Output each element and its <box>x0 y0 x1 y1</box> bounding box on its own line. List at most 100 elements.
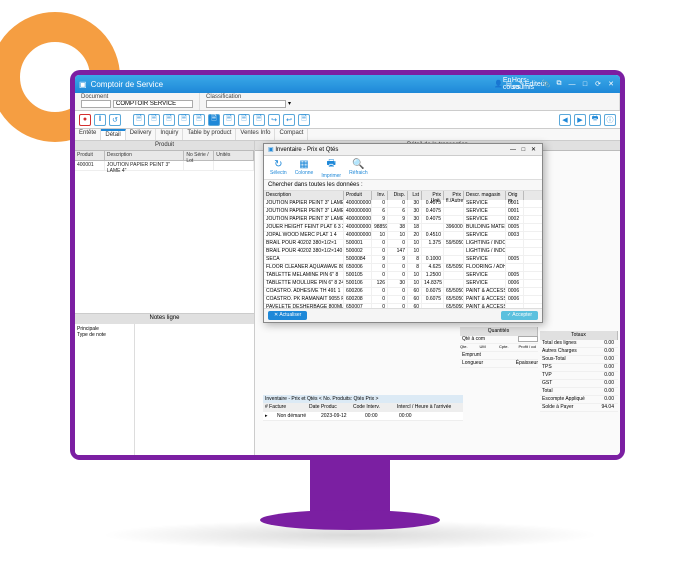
modal-grid: Description Produit Inv. Disp. Lst Prix … <box>264 191 542 308</box>
modal-row[interactable]: COASTRO. ADHESIVE TH 491 160020600600.60… <box>264 288 542 296</box>
attach-icon[interactable]: 📎 <box>541 79 551 89</box>
modal-row[interactable]: JOUTION PAPIER PEINT 3" LAME 4"400000000… <box>264 208 542 216</box>
mcol-orig[interactable]: Orig m <box>506 191 524 200</box>
product-grid-header: Produit Description No Série / Lot Unité… <box>75 151 254 161</box>
tab-compact[interactable]: Compact <box>275 129 308 140</box>
modal-row[interactable]: FLOOR CLEANER AQUAWAVE 800ML6500060084.6… <box>264 264 542 272</box>
print-btn[interactable]: 🖶 <box>589 114 601 126</box>
modal-accepter-btn[interactable]: ✓ Accepter <box>501 311 538 320</box>
modal-title-text: Inventaire - Prix et Qtés <box>275 147 338 153</box>
modal-actualiser-btn[interactable]: ✕ Actualiser <box>268 311 307 320</box>
delivery-row[interactable]: ▸ Non démarré 2023-09-12 00:00 00:00 <box>263 412 463 421</box>
doc6-btn[interactable]: 🗎 <box>223 114 235 126</box>
totals-row: Total des lignes0.00 <box>540 340 618 348</box>
minimize-icon[interactable]: — <box>567 79 577 89</box>
tab-detail[interactable]: Détail <box>101 129 125 140</box>
tab-ventes-info[interactable]: Ventes Info <box>236 129 275 140</box>
modal-column-btn[interactable]: ▦Colonne <box>295 159 314 176</box>
doc5-btn[interactable]: 🗎 <box>193 114 205 126</box>
tab-table-product[interactable]: Table by product <box>183 129 236 140</box>
maximize-icon[interactable]: □ <box>580 79 590 89</box>
modal-row[interactable]: JOUTION PAPIER PEINT 3" LAME 4"400000000… <box>264 200 542 208</box>
col-serie[interactable]: No Série / Lot <box>184 151 214 160</box>
tab-inquiry[interactable]: Inquiry <box>156 129 183 140</box>
col-unites[interactable]: Unités <box>214 151 254 160</box>
doc9-btn[interactable]: 🗎 <box>298 114 310 126</box>
modal-row[interactable]: JOUTION PAPIER PEINT 3" LAME 4"400000000… <box>264 216 542 224</box>
editeur-link[interactable]: ✎ Editeur <box>528 79 538 89</box>
tab-entete[interactable]: Entête <box>75 129 101 140</box>
left-panel: Produit Produit Description No Série / L… <box>75 141 255 455</box>
forward-btn[interactable]: ▶ <box>574 114 586 126</box>
modal-close-icon[interactable]: ✕ <box>529 147 538 153</box>
modal-row[interactable]: JOPAL WOOD MERC PLAT 1 44000000000041010… <box>264 232 542 240</box>
record-btn[interactable]: ● <box>79 114 91 126</box>
totals-row: Total0.00 <box>540 388 618 396</box>
pause-btn[interactable]: ‖ <box>94 114 106 126</box>
subbar: Document Classification ▾ <box>75 93 620 111</box>
doc2-btn[interactable]: 🗎 <box>148 114 160 126</box>
col-produit[interactable]: Produit <box>75 151 105 160</box>
modal-select-btn[interactable]: ↻Sélectn <box>270 159 287 176</box>
mcol-pu[interactable]: Prix Unit. <box>422 191 444 200</box>
doc8-btn[interactable]: 🗎 <box>253 114 265 126</box>
close-icon[interactable]: ✕ <box>606 79 616 89</box>
dropdown-icon[interactable]: ▾ <box>288 100 291 108</box>
doc1-btn[interactable]: 🗎 <box>133 114 145 126</box>
doc3-btn[interactable]: 🗎 <box>163 114 175 126</box>
refresh-icon[interactable]: ⟳ <box>593 79 603 89</box>
mcol-pf[interactable]: Prix fl./Autre <box>444 191 464 200</box>
mcol-disp[interactable]: Disp. <box>388 191 408 200</box>
doc4-btn[interactable]: 🗎 <box>178 114 190 126</box>
qte-com-input[interactable] <box>518 336 538 342</box>
mcol-lst[interactable]: Lst <box>408 191 422 200</box>
modal-icon: ▣ <box>268 147 274 153</box>
totals-row: TPS0.00 <box>540 364 618 372</box>
import-btn[interactable]: ↩ <box>283 114 295 126</box>
modal-row[interactable]: JOUER HEIGHT FEINT PLAT 6 3 340000000000… <box>264 224 542 232</box>
product-section-title: Produit <box>75 141 254 151</box>
totals-panel: Totaux Total des lignes0.00Autres Charge… <box>540 331 618 412</box>
delivery-title: Inventaire - Prix et Qtés < No. Produits… <box>263 395 463 403</box>
totals-row: Escompte Appliqué0.00 <box>540 396 618 404</box>
mcol-desc[interactable]: Description <box>264 191 344 200</box>
info-btn[interactable]: ⓘ <box>604 114 616 126</box>
doc-active-btn[interactable]: 🗎 <box>208 114 220 126</box>
modal-row[interactable]: TABLETTE MOULURE PIN 6" 8 24"50010612630… <box>264 280 542 288</box>
screen: ▣ Comptoir de Service 👤 En cours ⊟ Hors-… <box>75 75 620 455</box>
tabs-row: Entête Détail Delivery Inquiry Table by … <box>75 129 620 141</box>
col-description[interactable]: Description <box>105 151 185 160</box>
doc7-btn[interactable]: 🗎 <box>238 114 250 126</box>
mcol-inv[interactable]: Inv. <box>372 191 388 200</box>
notes-textarea[interactable] <box>135 324 254 456</box>
product-row[interactable]: 400001 JOUTION PAPIER PEINT 3" LAME 4" <box>75 161 254 171</box>
delivery-section: Inventaire - Prix et Qtés < No. Produits… <box>263 395 463 421</box>
export-btn[interactable]: ↪ <box>268 114 280 126</box>
document-type-input[interactable] <box>113 100 193 108</box>
modal-print-btn[interactable]: 🖶Imprimer <box>321 156 341 179</box>
modal-maximize-icon[interactable]: □ <box>520 147 528 153</box>
modal-row[interactable]: BRAIL POUR 40202 380×1/2×150000100101.37… <box>264 240 542 248</box>
document-no-input[interactable] <box>81 100 111 108</box>
modal-row[interactable]: SECA50000849980.1000SERVICE0005 <box>264 256 542 264</box>
monitor-stand <box>310 455 390 515</box>
modal-minimize-icon[interactable]: — <box>508 147 518 153</box>
totals-row: Sous-Total0.00 <box>540 356 618 364</box>
copy-icon[interactable]: ⧉ <box>554 79 564 89</box>
notes-title: Notes ligne <box>75 314 254 324</box>
mcol-mag[interactable]: Descr. magasin <box>464 191 506 200</box>
monitor-frame: ▣ Comptoir de Service 👤 En cours ⊟ Hors-… <box>70 70 625 460</box>
tab-delivery[interactable]: Delivery <box>126 129 157 140</box>
mcol-prod[interactable]: Produit <box>344 191 372 200</box>
modal-row[interactable]: BRAIL POUR 40202 380×1/2×140500002014710… <box>264 248 542 256</box>
modal-row[interactable]: TABLETTE MELAMINE PIN 6" 850010500101.25… <box>264 272 542 280</box>
classification-select[interactable] <box>206 100 286 108</box>
monitor-base <box>260 510 440 530</box>
modal-row[interactable]: COASTRO. PK RAMANAIT 9055 R/L60020800600… <box>264 296 542 304</box>
modal-toolbar: ↻Sélectn ▦Colonne 🖶Imprimer 🔍Réfraich <box>264 156 542 180</box>
totals-row: Autres Charges0.00 <box>540 348 618 356</box>
reset-btn[interactable]: ↺ <box>109 114 121 126</box>
back-btn[interactable]: ◀ <box>559 114 571 126</box>
modal-search-btn[interactable]: 🔍Réfraich <box>349 159 368 176</box>
totals-row: GST0.00 <box>540 380 618 388</box>
